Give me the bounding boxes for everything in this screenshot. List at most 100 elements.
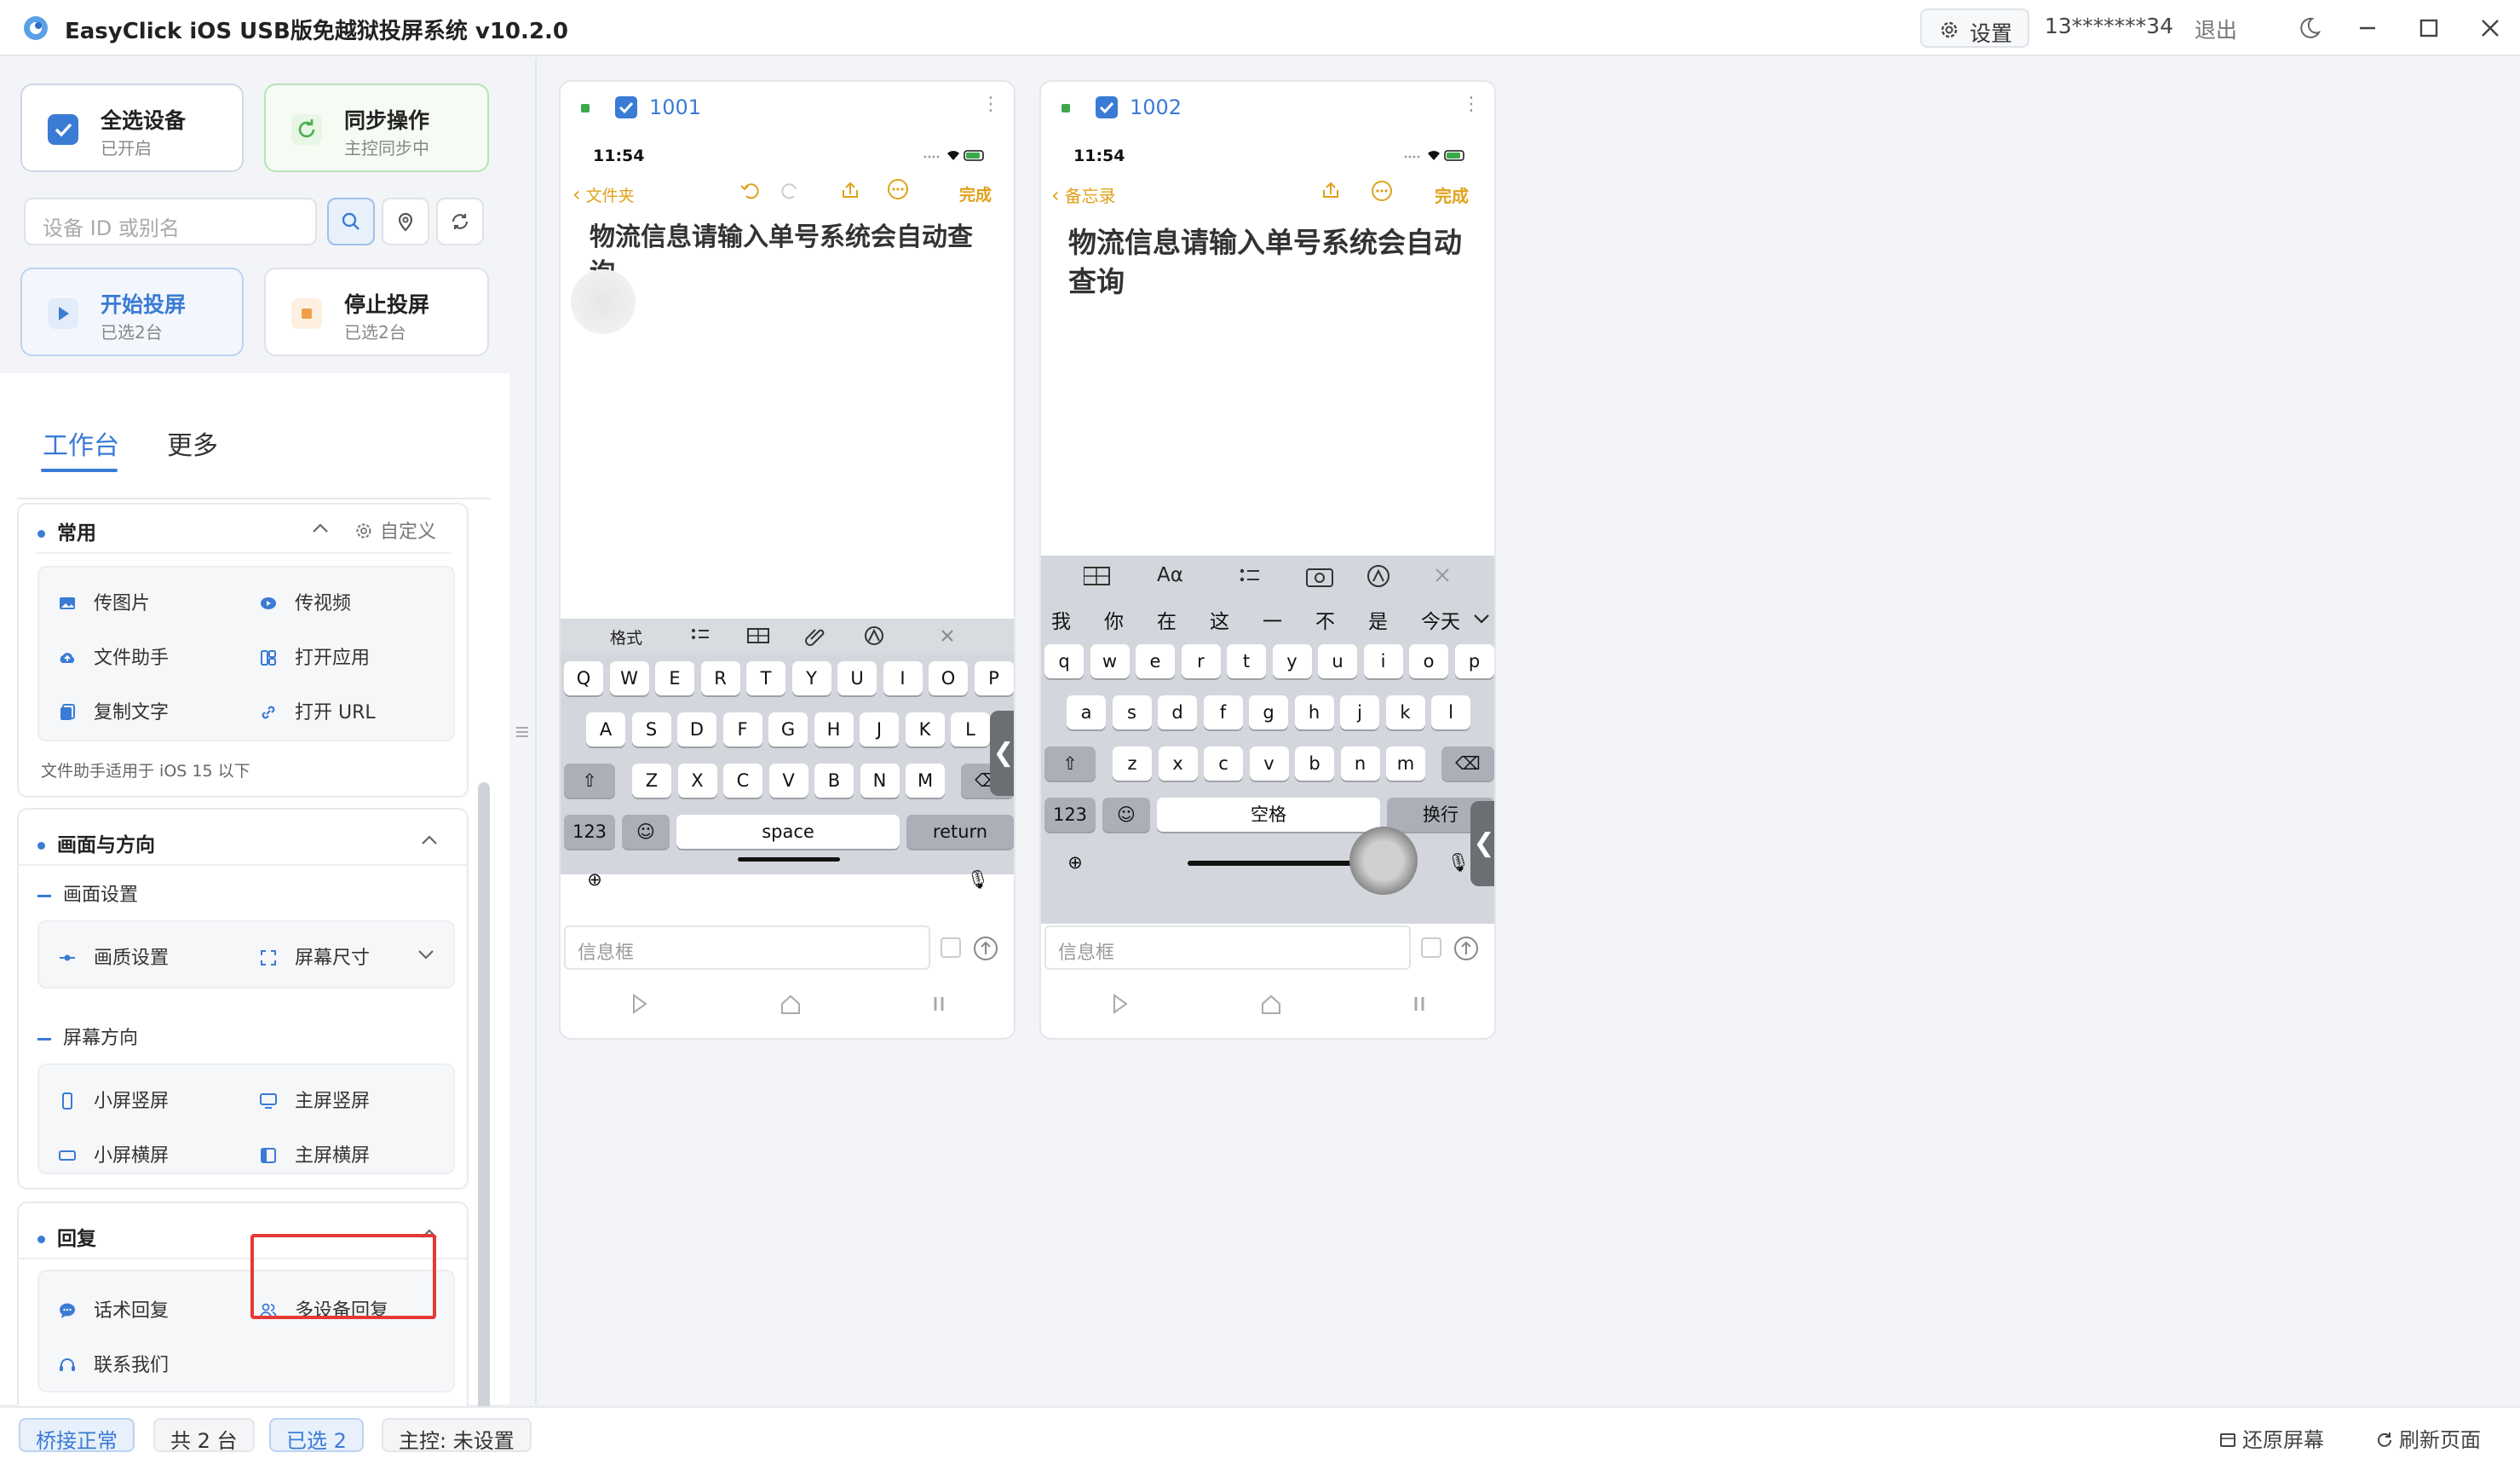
candidate-word[interactable]: 是 <box>1368 605 1388 634</box>
key-D[interactable]: D <box>677 712 716 746</box>
key-t[interactable]: t <box>1227 644 1266 678</box>
emoji-key[interactable]: ☺ <box>622 815 670 849</box>
collapse-handle[interactable]: ❮ <box>1470 801 1494 886</box>
device-checkbox[interactable] <box>1096 96 1118 118</box>
note-content[interactable]: 物流信息请输入单号系统会自动查询 <box>1068 223 1469 302</box>
send-image-item[interactable]: 传图片 <box>58 588 150 615</box>
key-q[interactable]: q <box>1044 644 1084 678</box>
key-j[interactable]: j <box>1340 695 1379 729</box>
contact-us-item[interactable]: 联系我们 <box>58 1350 169 1377</box>
key-J[interactable]: J <box>860 712 899 746</box>
refresh-page-button[interactable]: 刷新页面 <box>2375 1423 2481 1453</box>
shift-key[interactable]: ⇧ <box>564 764 615 798</box>
keyboard-toolbar-icons[interactable] <box>688 625 978 646</box>
key-P[interactable]: P <box>974 661 1014 695</box>
key-C[interactable]: C <box>723 764 762 798</box>
close-icon[interactable] <box>2476 14 2505 43</box>
stop-cast-card[interactable]: 停止投屏 已选2台 <box>264 268 489 356</box>
key-k[interactable]: k <box>1385 695 1425 729</box>
device-screen[interactable]: 11:54 ‹文件夹 完成 物流信息请输入单号系统会自动查询 格式 QWERTY… <box>561 131 1014 924</box>
microphone-key[interactable]: 🎙 <box>961 862 995 896</box>
done-button[interactable]: 完成 <box>1435 182 1469 207</box>
nav-bar-icons[interactable] <box>629 992 952 1016</box>
back-button[interactable]: ‹ 文件夹 <box>572 182 635 206</box>
key-N[interactable]: N <box>860 764 900 798</box>
theme-toggle-icon[interactable] <box>2295 14 2324 43</box>
format-button[interactable]: 格式 <box>610 625 642 648</box>
key-M[interactable]: M <box>906 764 945 798</box>
key-o[interactable]: o <box>1409 644 1448 678</box>
key-Q[interactable]: Q <box>564 661 603 695</box>
key-e[interactable]: e <box>1136 644 1175 678</box>
script-reply-item[interactable]: 话术回复 <box>58 1295 169 1323</box>
candidate-word[interactable]: 你 <box>1104 605 1124 634</box>
message-checkbox[interactable] <box>941 937 961 958</box>
message-checkbox[interactable] <box>1421 937 1441 958</box>
send-icon[interactable] <box>1453 936 1479 961</box>
more-icon[interactable]: ⋮ <box>981 94 1000 115</box>
globe-key[interactable]: ⊕ <box>578 862 612 896</box>
key-Z[interactable]: Z <box>632 764 671 798</box>
key-F[interactable]: F <box>722 712 762 746</box>
locate-button[interactable] <box>382 198 429 245</box>
common-header[interactable]: 常用 <box>37 516 96 545</box>
settings-button[interactable]: 设置 <box>1920 9 2029 48</box>
keyboard-toolbar-icons[interactable] <box>1084 564 1484 590</box>
chevron-up-icon[interactable] <box>310 520 331 537</box>
sync-card[interactable]: 同步操作 主控同步中 <box>264 84 489 172</box>
key-O[interactable]: O <box>929 661 968 695</box>
back-button[interactable]: ‹ 备忘录 <box>1051 182 1116 207</box>
key-b[interactable]: b <box>1295 746 1334 781</box>
key-h[interactable]: h <box>1294 695 1334 729</box>
device-screen[interactable]: 11:54 ‹ 备忘录 完成 物流信息请输入单号系统会自动查询 Aα 我你在这一不… <box>1041 131 1494 924</box>
file-helper-item[interactable]: 文件助手 <box>58 643 169 670</box>
key-I[interactable]: I <box>883 661 923 695</box>
open-url-item[interactable]: 打开 URL <box>259 697 376 724</box>
display-header[interactable]: 画面与方向 <box>37 828 155 857</box>
key-S[interactable]: S <box>631 712 671 746</box>
search-button[interactable] <box>327 198 375 245</box>
maximize-icon[interactable] <box>2414 14 2443 43</box>
key-L[interactable]: L <box>951 712 990 746</box>
send-video-item[interactable]: 传视频 <box>259 588 351 615</box>
candidate-word[interactable]: 在 <box>1157 605 1177 634</box>
key-f[interactable]: f <box>1203 695 1243 729</box>
candidate-word[interactable]: 不 <box>1315 605 1335 634</box>
numbers-key[interactable]: 123 <box>564 815 615 849</box>
key-n[interactable]: n <box>1340 746 1380 781</box>
keyboard[interactable]: 格式 Q W E R T Y U I O P A S D F G H J K L ⇧ Z X C V B N M ⌫ 123 ☺ space… <box>561 619 1014 890</box>
key-R[interactable]: R <box>700 661 740 695</box>
key-U[interactable]: U <box>837 661 877 695</box>
chevron-up-icon[interactable] <box>419 832 440 849</box>
note-toolbar-icons[interactable] <box>1314 179 1399 203</box>
key-c[interactable]: c <box>1204 746 1243 781</box>
key-m[interactable]: m <box>1386 746 1425 781</box>
main-portrait-item[interactable]: 主屏竖屏 <box>259 1086 370 1113</box>
space-key[interactable]: space <box>676 815 900 849</box>
small-portrait-item[interactable]: 小屏竖屏 <box>58 1086 169 1113</box>
refresh-button[interactable] <box>436 198 484 245</box>
candidate-word[interactable]: 今天 <box>1421 605 1460 634</box>
logout-button[interactable]: 退出 <box>2195 14 2237 44</box>
space-key[interactable]: 空格 <box>1157 798 1380 832</box>
start-cast-card[interactable]: 开始投屏 已选2台 <box>20 268 244 356</box>
restore-screen-button[interactable]: 还原屏幕 <box>2218 1423 2324 1453</box>
key-H[interactable]: H <box>814 712 854 746</box>
key-E[interactable]: E <box>655 661 694 695</box>
collapse-handle[interactable]: ❮ <box>990 711 1014 796</box>
small-landscape-item[interactable]: 小屏横屏 <box>58 1140 169 1167</box>
key-T[interactable]: T <box>746 661 785 695</box>
shift-key[interactable]: ⇧ <box>1044 746 1096 781</box>
globe-key[interactable]: ⊕ <box>1058 845 1092 879</box>
candidate-word[interactable]: 我 <box>1051 605 1071 634</box>
key-y[interactable]: y <box>1272 644 1312 678</box>
key-a[interactable]: a <box>1067 695 1106 729</box>
open-app-item[interactable]: 打开应用 <box>259 643 370 670</box>
key-K[interactable]: K <box>905 712 945 746</box>
tab-workbench[interactable]: 工作台 <box>43 424 119 462</box>
screen-size-item[interactable]: 屏幕尺寸 <box>259 942 370 970</box>
key-z[interactable]: z <box>1113 746 1152 781</box>
send-icon[interactable] <box>973 936 998 961</box>
key-d[interactable]: d <box>1158 695 1197 729</box>
panel-splitter[interactable] <box>509 58 537 1404</box>
